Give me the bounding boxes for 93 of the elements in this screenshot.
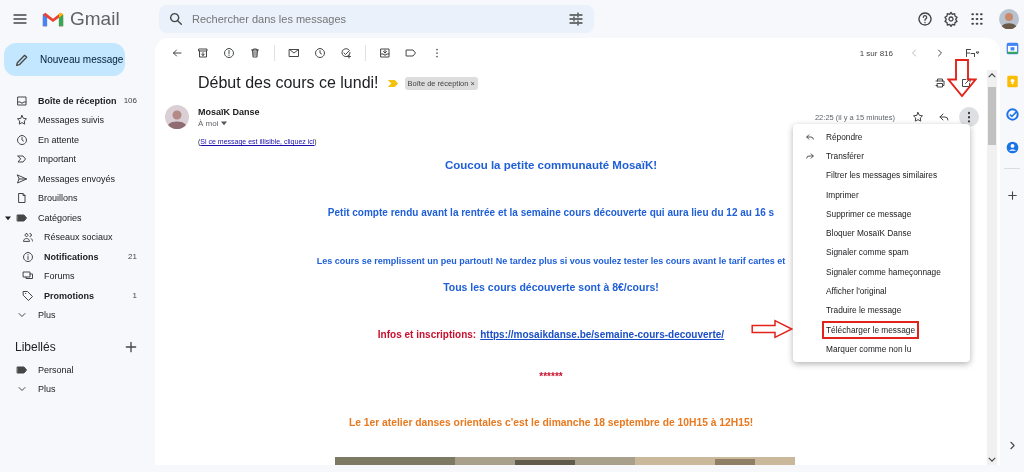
sidebar-item[interactable]: En attente [0,130,155,150]
menu-item[interactable]: Traduire le message [793,300,970,320]
menu-item[interactable]: Signaler comme spam [793,242,970,263]
menu-icon[interactable] [12,11,28,27]
search-icon[interactable] [168,11,184,27]
sidebar-item[interactable]: Catégories [0,208,155,228]
compose-button[interactable]: Nouveau message [4,43,125,76]
input-tools-icon[interactable] [963,47,981,59]
label-icon [16,211,28,224]
scrollbar[interactable] [987,70,997,465]
message-paragraph: Le 1er atelier danses orientales c'est le dimanche 18 septembre de 10H15 à 12H15! [347,417,755,429]
mail-icon[interactable] [288,47,300,59]
annotation-arrow [751,317,793,341]
tasks-icon[interactable] [1005,108,1019,121]
menu-item[interactable]: Télécharger le message [793,319,970,340]
move-to-inbox-icon[interactable] [379,47,391,59]
archive-icon[interactable] [197,47,209,59]
sidebar-item[interactable]: Notifications 21 [0,247,155,267]
back-icon[interactable] [171,47,183,59]
sidebar-item[interactable]: Boîte de réception 106 [0,91,155,111]
calendar-icon[interactable] [1005,42,1019,55]
sidebar-item[interactable]: Messages envoyés [0,169,155,189]
importance-marker-icon[interactable] [386,78,399,88]
gmail-logo-icon[interactable] [42,10,64,28]
menu-item[interactable]: Transférer [793,146,970,166]
menu-item[interactable]: Marquer comme non lu [793,339,970,359]
people-icon [22,231,34,244]
scroll-thumb[interactable] [988,87,996,145]
clock-icon [16,133,28,146]
add-task-icon[interactable] [340,47,352,59]
email-subject: Début des cours ce lundi! [198,74,379,92]
sidebar-item[interactable]: Messages suivis [0,110,155,130]
menu-item[interactable]: Répondre [793,127,970,147]
contacts-icon[interactable] [1005,141,1019,154]
report-icon[interactable] [223,47,235,59]
help-icon[interactable] [917,11,933,27]
sidebar-item[interactable]: Brouillons [0,188,155,208]
message-paragraph: Les cours se remplissent un peu partout! Ne tardez plus si vous voulez tester les cours avant le tarif cartes et [315,255,787,267]
label-icon [16,363,28,376]
info-icon [22,250,34,263]
annotation-arrow [947,58,977,98]
search-field[interactable]: Rechercher dans les messages [159,5,594,33]
message-paragraph: ****** [538,371,564,383]
delete-icon[interactable] [249,47,261,59]
apps-grid-icon[interactable] [969,11,985,27]
menu-item[interactable]: Imprimer [793,184,970,205]
important-icon [16,153,28,166]
reply-icon[interactable] [938,111,950,123]
caret-icon [221,120,228,126]
menu-item[interactable]: Supprimer ce message [793,204,970,224]
website-link[interactable]: https://mosaikdanse.be/semaine-cours-decouverte/ [480,329,725,341]
send-icon [16,172,28,185]
message-paragraph: Tous les cours découverte sont à 8€/cours! [442,281,660,293]
clock-icon[interactable] [314,47,326,59]
forward-icon [803,150,817,161]
tag-icon [22,289,34,302]
sidebar-item[interactable]: Personal [0,360,155,380]
sidebar-item[interactable]: Plus [0,379,155,399]
more-options-button[interactable] [959,107,979,127]
menu-item[interactable]: Filtrer les messages similaires [793,165,970,185]
document-icon [16,192,28,205]
caret-icon[interactable] [5,214,11,221]
section-title: Libellés [15,340,56,354]
menu-item[interactable]: Afficher l'original [793,281,970,301]
star-icon[interactable] [912,111,924,123]
print-icon[interactable] [934,77,946,89]
sender-avatar [165,105,189,129]
pager-count: 1 sur 816 [859,48,893,58]
scroll-up-icon[interactable] [988,72,996,79]
info-label: Infos et inscriptions: [377,329,477,341]
message-paragraph: Coucou la petite communauté MosaïK! [443,159,659,171]
open-in-new-window-icon[interactable] [960,77,972,89]
menu-item[interactable]: Signaler comme hameçonnage [793,262,970,282]
avatar[interactable] [999,9,1019,29]
settings-icon[interactable] [943,11,959,27]
star-icon [16,114,28,127]
scroll-down-icon[interactable] [988,456,996,463]
sidebar-item[interactable]: Promotions 1 [0,286,155,306]
menu-item[interactable]: Bloquer MosaïK Danse [793,223,970,243]
app-name: Gmail [70,8,121,30]
sidebar-item[interactable]: Forums [0,266,155,286]
sidebar-item[interactable]: Plus [0,305,155,325]
filter-options-icon[interactable] [568,11,584,27]
sender-name: MosaïK Danse [198,106,260,117]
inbox-icon [16,94,28,107]
label-outline-icon[interactable] [405,47,417,59]
add-icon[interactable] [1005,189,1019,202]
sidebar-item[interactable]: Réseaux sociaux [0,227,155,247]
recipient-dropdown[interactable]: À moi [198,118,260,128]
add-icon[interactable] [123,339,139,355]
message-paragraph: Petit compte rendu avant la rentrée et la semaine cours découverte qui aura lieu du 12 au 16 s [326,207,776,219]
reply-icon [803,131,817,142]
sidebar-item[interactable]: Important [0,149,155,169]
